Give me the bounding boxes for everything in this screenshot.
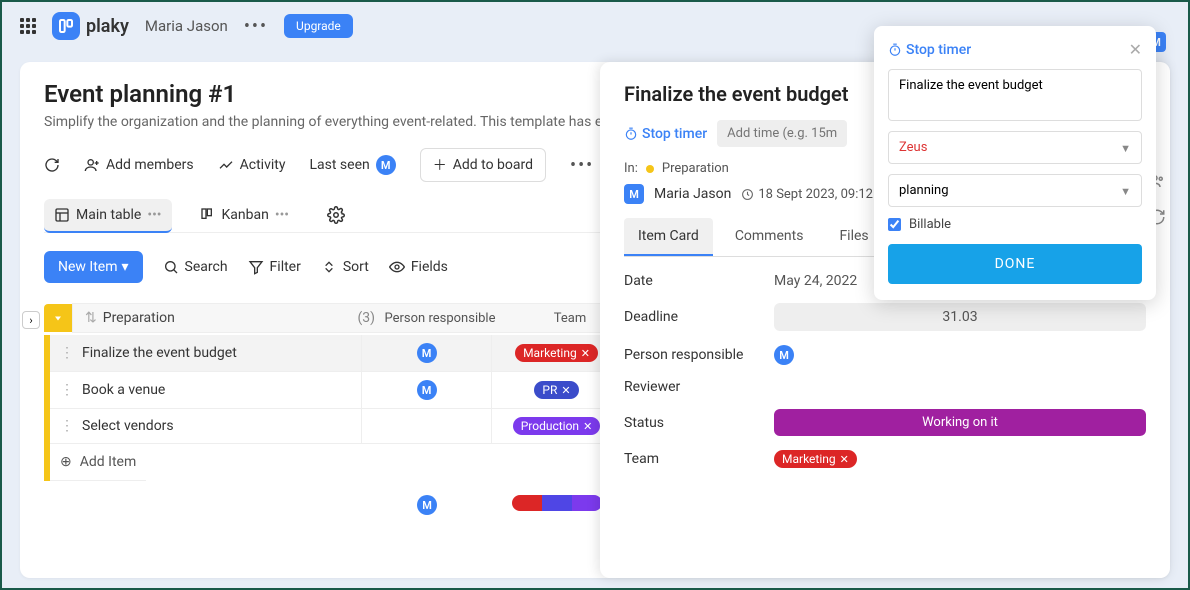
tab-kanban-menu-icon[interactable]: ••• xyxy=(275,207,289,223)
popover-project-select[interactable]: Zeus ▼ xyxy=(888,131,1142,164)
popover-title: Stop timer xyxy=(888,42,971,58)
row-title: Select vendors xyxy=(82,418,174,434)
logo[interactable]: plaky xyxy=(52,12,129,40)
fld-status-value[interactable]: Working on it xyxy=(774,409,1146,436)
board-more-icon[interactable]: ••• xyxy=(570,155,594,176)
row-person[interactable]: M xyxy=(362,335,492,371)
search-button[interactable]: Search xyxy=(163,259,228,275)
tab-comments[interactable]: Comments xyxy=(721,218,818,256)
fld-date-label: Date xyxy=(624,273,774,289)
tab-main-label: Main table xyxy=(76,207,141,223)
fld-deadline-label: Deadline xyxy=(624,309,774,325)
tab-main-menu-icon[interactable]: ••• xyxy=(147,207,161,223)
fld-reviewer-label: Reviewer xyxy=(624,379,774,395)
fld-team-value[interactable]: Marketing ✕ xyxy=(774,450,1146,468)
add-item-button[interactable]: ⊕ Add Item xyxy=(50,444,146,481)
col-person: Person responsible xyxy=(375,311,505,326)
tab-main-table[interactable]: Main table ••• xyxy=(44,199,172,233)
activity-label: Activity xyxy=(240,157,286,173)
add-members-label: Add members xyxy=(106,157,194,173)
add-to-board-label: Add to board xyxy=(453,157,533,173)
sort-button[interactable]: Sort xyxy=(321,259,369,275)
status-dot-icon xyxy=(646,165,654,173)
fields-button[interactable]: Fields xyxy=(389,259,448,275)
reorder-icon[interactable]: ⇅ xyxy=(85,310,97,326)
fld-team-label: Team xyxy=(624,451,774,467)
row-person[interactable] xyxy=(362,409,492,443)
drag-handle-icon[interactable]: ⋮ xyxy=(60,345,74,361)
drag-handle-icon[interactable]: ⋮ xyxy=(60,418,74,434)
done-button[interactable]: DONE xyxy=(888,244,1142,284)
filter-label: Filter xyxy=(270,259,301,275)
detail-user-name: Maria Jason xyxy=(654,186,731,202)
group-name: Preparation xyxy=(103,310,175,326)
drag-handle-icon[interactable]: ⋮ xyxy=(60,382,74,398)
workspace-user[interactable]: Maria Jason xyxy=(145,17,228,35)
row-title: Book a venue xyxy=(82,382,165,398)
search-label: Search xyxy=(185,259,228,275)
detail-fields: Date May 24, 2022 Deadline 31.03 Person … xyxy=(624,273,1146,468)
popover-close-icon[interactable]: ✕ xyxy=(1129,40,1142,59)
logo-text: plaky xyxy=(86,16,129,37)
last-seen-label: Last seen xyxy=(309,157,369,173)
upgrade-button[interactable]: Upgrade xyxy=(284,14,353,38)
fields-label: Fields xyxy=(411,259,448,275)
apps-grid-icon[interactable] xyxy=(20,18,36,34)
refresh-button[interactable] xyxy=(44,157,60,173)
fld-status-label: Status xyxy=(624,415,774,431)
popover-desc-field[interactable]: Finalize the event budget xyxy=(888,69,1142,121)
stop-timer-link[interactable]: Stop timer xyxy=(624,126,707,142)
tab-kanban-label: Kanban xyxy=(222,207,269,223)
group-toggle[interactable] xyxy=(44,304,72,332)
row-person[interactable]: M xyxy=(362,372,492,408)
team-summary-bar xyxy=(512,495,602,511)
logo-icon xyxy=(52,12,80,40)
billable-checkbox-row[interactable]: Billable xyxy=(888,217,1142,232)
expand-handle[interactable]: › xyxy=(22,311,40,329)
group-count: (3) xyxy=(357,310,375,326)
add-item-label: Add Item xyxy=(80,454,137,470)
more-menu-icon[interactable]: ••• xyxy=(244,16,268,37)
fld-person-label: Person responsible xyxy=(624,347,774,363)
detail-created-date: 18 Sept 2023, 09:12 xyxy=(741,187,873,202)
tab-item-card[interactable]: Item Card xyxy=(624,218,713,256)
add-members-button[interactable]: Add members xyxy=(84,157,194,173)
new-item-button[interactable]: New Item ▾ xyxy=(44,251,143,283)
plus-icon: ＋ xyxy=(433,155,447,175)
summary-avatar: M xyxy=(417,495,437,515)
activity-button[interactable]: Activity xyxy=(218,157,286,173)
last-seen-avatar: M xyxy=(376,155,396,175)
sort-label: Sort xyxy=(343,259,369,275)
stop-timer-popover: Stop timer ✕ Finalize the event budget Z… xyxy=(874,26,1156,300)
fld-deadline-value[interactable]: 31.03 xyxy=(774,303,1146,331)
chevron-down-icon: ▼ xyxy=(1120,185,1131,198)
billable-checkbox[interactable] xyxy=(888,218,901,231)
board-settings-button[interactable] xyxy=(317,198,355,232)
filter-button[interactable]: Filter xyxy=(248,259,301,275)
detail-user-avatar: M xyxy=(624,184,644,204)
tab-kanban[interactable]: Kanban ••• xyxy=(190,199,300,231)
fld-person-value[interactable]: M xyxy=(774,345,1146,365)
billable-label: Billable xyxy=(909,217,951,232)
popover-tag-select[interactable]: planning ▼ xyxy=(888,174,1142,207)
last-seen-button[interactable]: Last seen M xyxy=(309,155,395,175)
chevron-down-icon: ▼ xyxy=(1120,142,1131,155)
add-to-board-button[interactable]: ＋ Add to board xyxy=(420,148,546,182)
chevron-down-icon: ▾ xyxy=(122,259,129,275)
add-time-input[interactable] xyxy=(717,120,847,147)
row-title: Finalize the event budget xyxy=(82,345,237,361)
plus-circle-icon: ⊕ xyxy=(60,454,72,470)
